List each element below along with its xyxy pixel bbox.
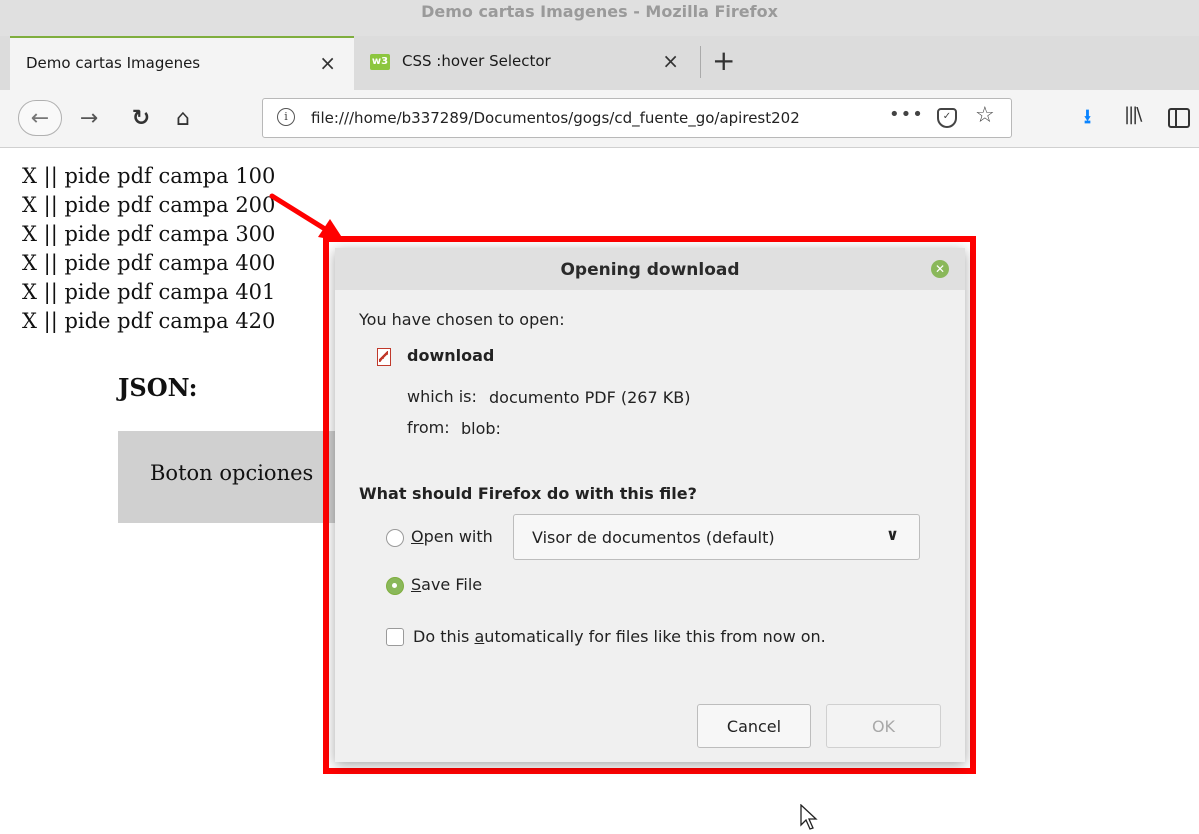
auto-text-after: utomatically for files like this from no…: [484, 627, 826, 646]
close-icon[interactable]: ✕: [931, 260, 949, 278]
new-tab-icon[interactable]: +: [712, 44, 735, 77]
list-item[interactable]: X || pide pdf campa 420: [22, 307, 275, 336]
options-button[interactable]: Boton opciones: [118, 431, 348, 523]
auto-label[interactable]: Do this automatically for files like thi…: [413, 627, 826, 646]
ok-button[interactable]: OK: [826, 704, 941, 748]
open-with-text: pen with: [423, 527, 493, 546]
auto-mnemonic: a: [474, 627, 485, 646]
tab-strip: Demo cartas Imagenes × w3 CSS :hover Sel…: [0, 36, 1199, 90]
pocket-icon[interactable]: ✓: [937, 108, 957, 128]
tab-separator: [700, 46, 701, 78]
tab-label: CSS :hover Selector: [402, 52, 551, 70]
bookmark-star-icon[interactable]: ☆: [975, 103, 995, 128]
list-item[interactable]: X || pide pdf campa 200: [22, 191, 275, 220]
back-arrow-icon[interactable]: ←: [18, 100, 62, 136]
save-file-text: ave File: [421, 575, 483, 594]
home-icon[interactable]: ⌂: [168, 100, 198, 136]
pdf-file-icon: [377, 348, 391, 366]
save-file-radio[interactable]: [386, 577, 404, 595]
forward-arrow-icon[interactable]: →: [72, 100, 106, 136]
which-is-label: which is:: [407, 387, 477, 406]
application-select[interactable]: Visor de documentos (default) ∨: [513, 514, 920, 560]
request-list: X || pide pdf campa 100 X || pide pdf ca…: [22, 162, 275, 336]
file-type-value: documento PDF (267 KB): [489, 388, 691, 407]
auto-checkbox[interactable]: [386, 628, 404, 646]
json-heading: JSON:: [118, 373, 198, 402]
navigation-toolbar: ← → ↻ ⌂ i file:///home/b337289/Documento…: [0, 90, 1199, 148]
application-select-value: Visor de documentos (default): [532, 528, 775, 547]
list-item[interactable]: X || pide pdf campa 100: [22, 162, 275, 191]
page-actions-icon[interactable]: •••: [889, 104, 924, 125]
save-file-label[interactable]: Save File: [411, 575, 482, 594]
from-label: from:: [407, 418, 450, 437]
cancel-button[interactable]: Cancel: [697, 704, 811, 748]
tab-label: Demo cartas Imagenes: [26, 54, 201, 72]
save-file-mnemonic: S: [411, 575, 422, 594]
file-name: download: [407, 346, 495, 365]
url-bar[interactable]: i file:///home/b337289/Documentos/gogs/c…: [262, 98, 1012, 138]
list-item[interactable]: X || pide pdf campa 401: [22, 278, 275, 307]
opening-download-dialog: Opening download ✕ You have chosen to op…: [335, 248, 965, 762]
close-tab-icon[interactable]: ×: [662, 49, 679, 73]
open-with-mnemonic: O: [411, 527, 424, 546]
reload-icon[interactable]: ↻: [126, 100, 156, 136]
dialog-title: Opening download: [560, 260, 740, 280]
open-with-label[interactable]: Open with: [411, 527, 493, 546]
source-value: blob:: [461, 419, 501, 438]
tab-css-hover[interactable]: w3 CSS :hover Selector ×: [354, 36, 697, 90]
mouse-pointer-icon: [800, 804, 818, 830]
list-item[interactable]: X || pide pdf campa 300: [22, 220, 275, 249]
url-text[interactable]: file:///home/b337289/Documentos/gogs/cd_…: [311, 109, 871, 127]
chosen-label: You have chosen to open:: [359, 310, 565, 329]
dialog-titlebar: Opening download ✕: [335, 248, 965, 290]
auto-text-before: Do this: [413, 627, 475, 646]
sidebar-icon[interactable]: [1168, 108, 1190, 128]
w3schools-favicon-icon: w3: [370, 54, 390, 70]
tab-demo-cartas[interactable]: Demo cartas Imagenes ×: [10, 36, 354, 90]
window-title: Demo cartas Imagenes - Mozilla Firefox: [421, 2, 778, 21]
close-tab-icon[interactable]: ×: [319, 51, 336, 75]
list-item[interactable]: X || pide pdf campa 400: [22, 249, 275, 278]
chevron-down-icon: ∨: [886, 525, 899, 544]
window-titlebar: Demo cartas Imagenes - Mozilla Firefox: [0, 0, 1199, 36]
download-icon[interactable]: ⭳: [1084, 102, 1091, 136]
action-question: What should Firefox do with this file?: [359, 484, 697, 503]
library-icon[interactable]: |||\: [1124, 104, 1142, 125]
site-info-icon[interactable]: i: [277, 108, 295, 126]
open-with-radio[interactable]: [386, 529, 404, 547]
